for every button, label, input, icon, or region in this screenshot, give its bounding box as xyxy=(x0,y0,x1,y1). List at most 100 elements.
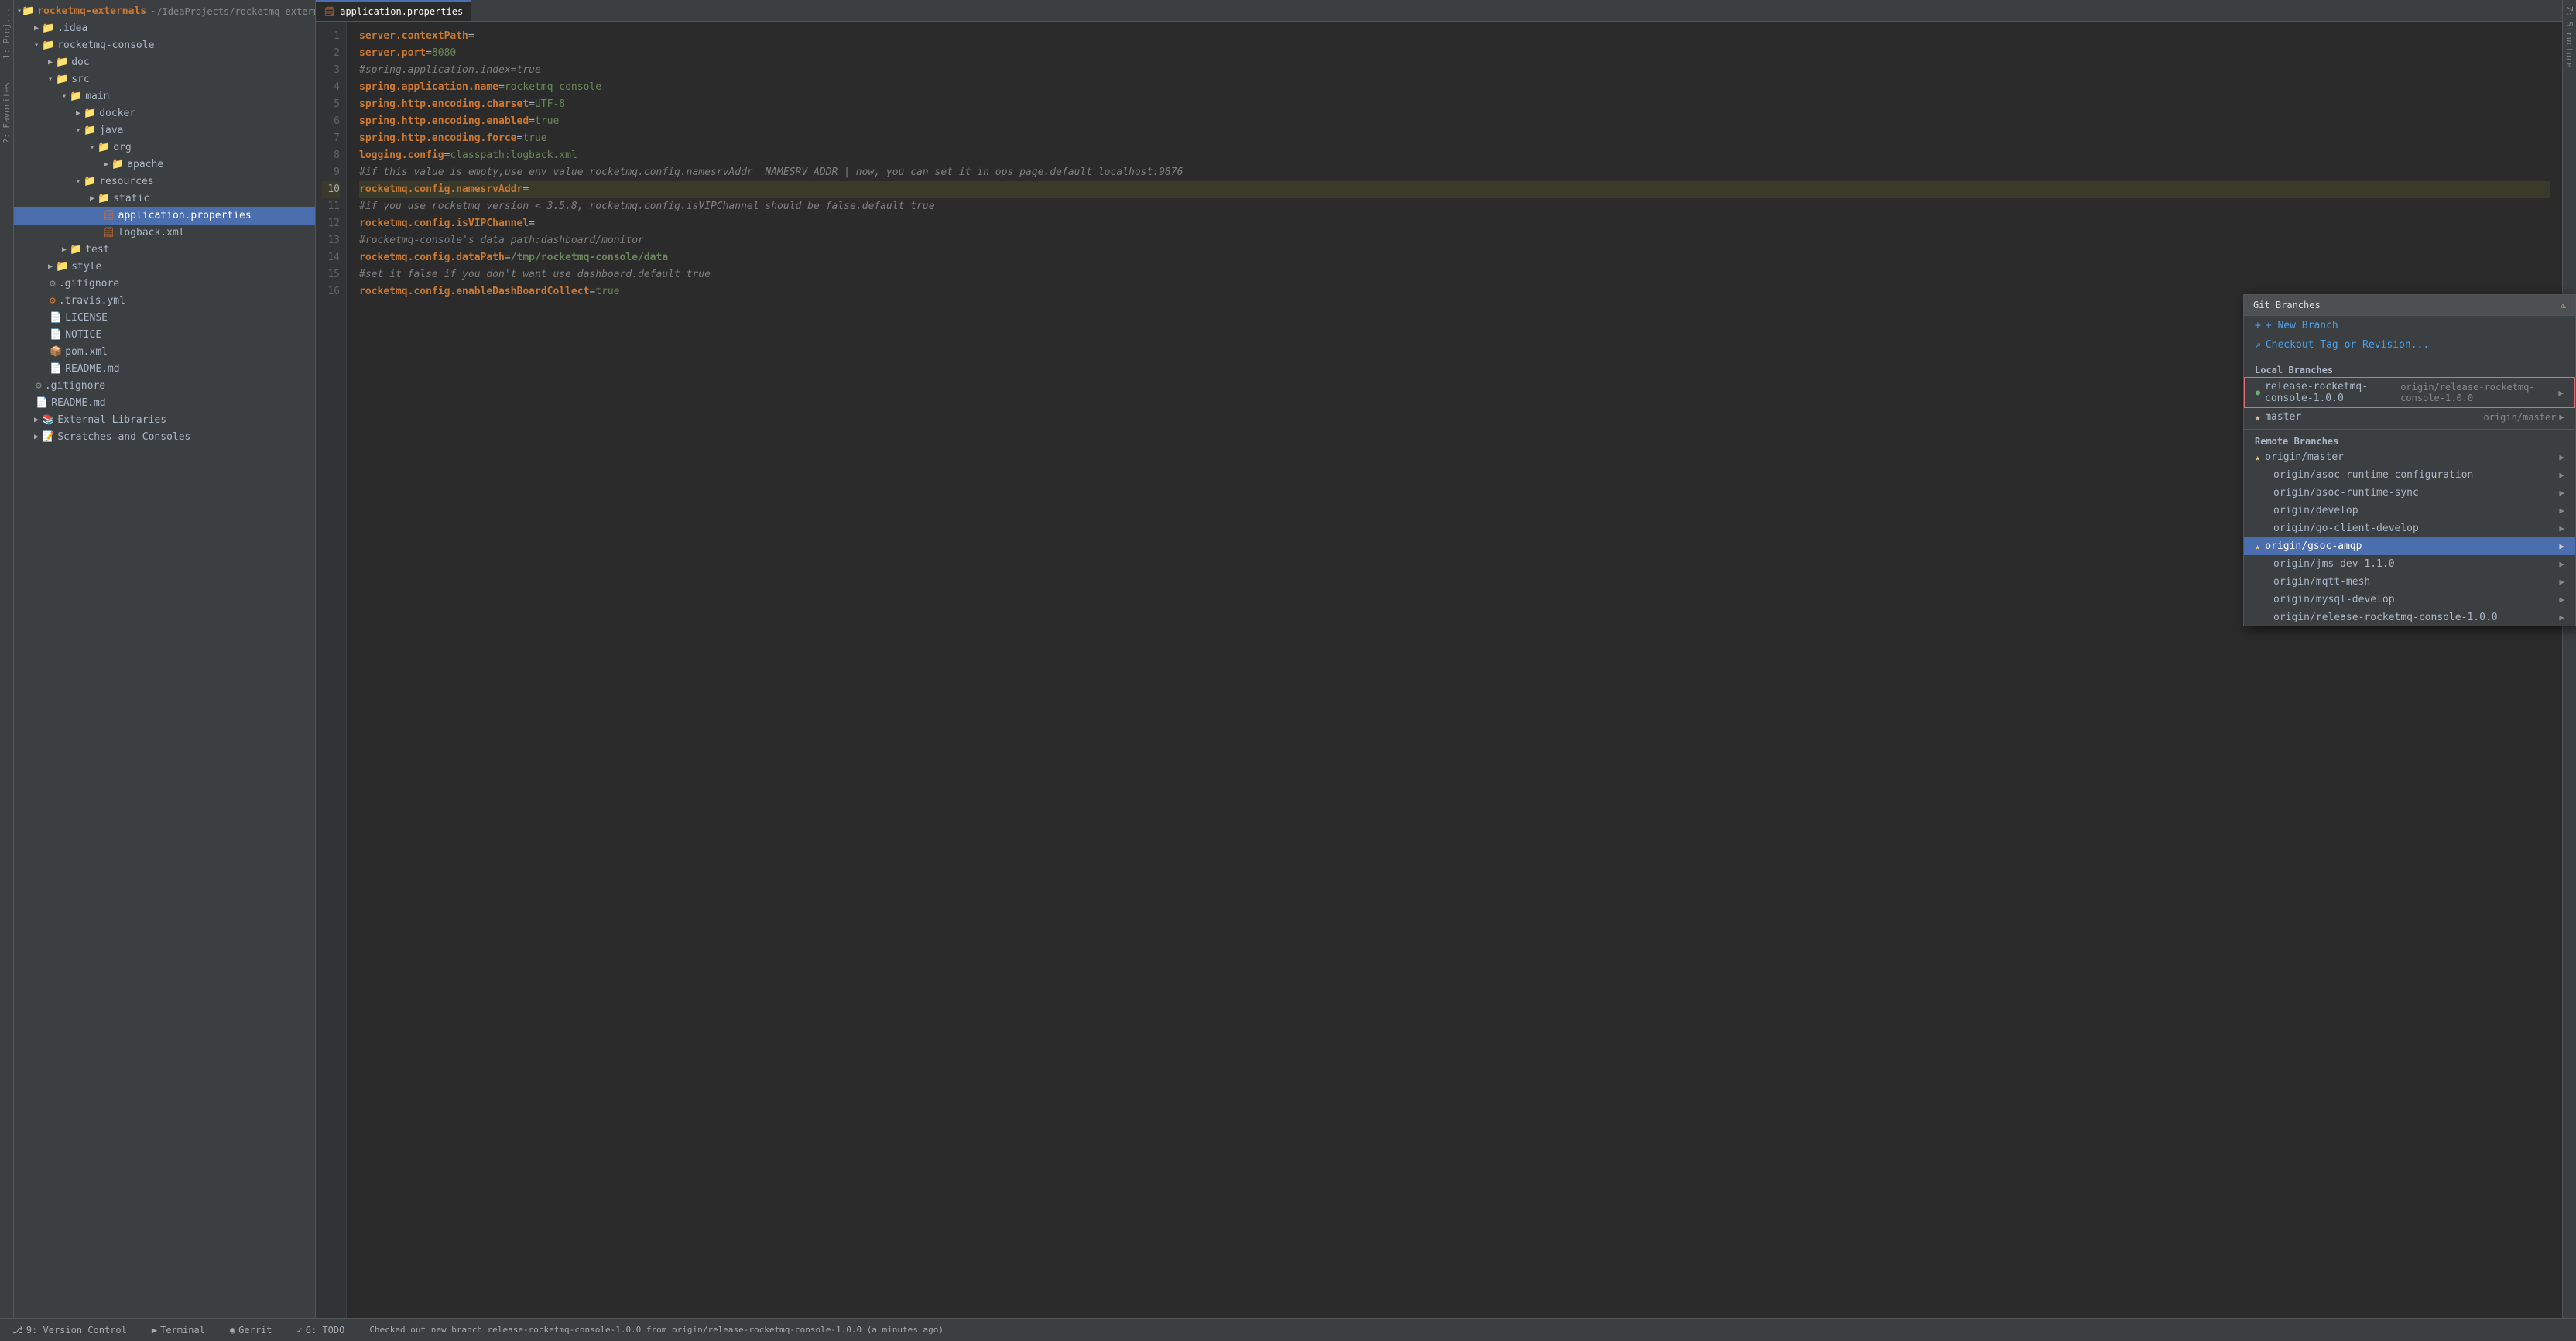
tree-license-label: LICENSE xyxy=(65,310,108,326)
tree-gitignore-inner[interactable]: ⚙ .gitignore xyxy=(14,276,315,293)
branch-origin-develop[interactable]: origin/develop ▶ xyxy=(2244,502,2575,520)
tree-static-label: static xyxy=(113,191,149,207)
version-control-tab[interactable]: ⎇ 9: Version Control xyxy=(6,1319,133,1341)
version-control-icon: ⎇ xyxy=(12,1325,23,1336)
tree-ext-libs[interactable]: ▶ 📚 External Libraries xyxy=(14,412,315,429)
checkout-tag-action[interactable]: ↗ Checkout Tag or Revision... xyxy=(2244,335,2575,355)
code-line-9: #if this value is empty,use env value ro… xyxy=(359,164,2550,181)
git-popup-title: Git Branches xyxy=(2253,300,2321,310)
tree-readme-root[interactable]: 📄 README.md xyxy=(14,395,315,412)
tree-arrow-scratches: ▶ xyxy=(31,430,42,445)
branch-mysql-develop[interactable]: origin/mysql-develop ▶ xyxy=(2244,591,2575,609)
tree-ext-libs-label: External Libraries xyxy=(57,413,166,428)
branch-asoc-runtime-sync[interactable]: origin/asoc-runtime-sync ▶ xyxy=(2244,484,2575,502)
tree-doc-label: doc xyxy=(71,55,89,70)
tree-style-label: style xyxy=(71,259,101,275)
chevron-release: ▶ xyxy=(2558,388,2564,398)
tree-idea[interactable]: ▶ 📁 .idea xyxy=(14,20,315,37)
todo-tab[interactable]: ✓ 6: TODO xyxy=(291,1319,351,1341)
tree-readme-inner[interactable]: 📄 README.md xyxy=(14,361,315,378)
tree-java[interactable]: ▾ 📁 java xyxy=(14,122,315,139)
branch-left-mysql-develop: origin/mysql-develop xyxy=(2255,594,2395,605)
tree-pom[interactable]: 📦 pom.xml xyxy=(14,344,315,361)
branch-release-label: release-rocketmq-console-1.0.0 xyxy=(2265,381,2400,404)
docker-folder-icon: 📁 xyxy=(84,106,96,122)
branch-gsoc-amqp[interactable]: ★ origin/gsoc-amqp ▶ xyxy=(2244,537,2575,555)
tree-travis[interactable]: ⚙ .travis.yml xyxy=(14,293,315,310)
local-branches-section: Local Branches xyxy=(2244,362,2575,377)
branch-jms-dev[interactable]: origin/jms-dev-1.1.0 ▶ xyxy=(2244,555,2575,573)
bottom-bar: ⎇ 9: Version Control ▶ Terminal ◉ Gerrit… xyxy=(0,1318,2576,1341)
branch-left-go-client: origin/go-client-develop xyxy=(2255,523,2419,534)
branch-mqtt-mesh[interactable]: origin/mqtt-mesh ▶ xyxy=(2244,573,2575,591)
project-tab[interactable]: 1: Proj... xyxy=(2,8,12,59)
new-branch-action[interactable]: + + New Branch xyxy=(2244,316,2575,335)
gerrit-label: Gerrit xyxy=(238,1325,272,1336)
branch-release-console-1.0.0-remote[interactable]: origin/release-rocketmq-console-1.0.0 ▶ xyxy=(2244,609,2575,626)
tree-root[interactable]: ▾ 📁 rocketmq-externals ~/IdeaProjects/ro… xyxy=(14,3,315,20)
code-line-6: spring.http.encoding.enabled=true xyxy=(359,113,2550,130)
tree-main[interactable]: ▾ 📁 main xyxy=(14,88,315,105)
tree-test[interactable]: ▶ 📁 test xyxy=(14,242,315,259)
branch-left-gsoc-amqp: ★ origin/gsoc-amqp xyxy=(2255,540,2362,552)
tree-arrow-doc: ▶ xyxy=(45,55,56,70)
ext-libs-icon: 📚 xyxy=(42,413,54,428)
tree-doc[interactable]: ▶ 📁 doc xyxy=(14,54,315,71)
java-folder-icon: 📁 xyxy=(84,123,96,139)
gerrit-tab[interactable]: ◉ Gerrit xyxy=(224,1319,279,1341)
tree-gitignore-root[interactable]: ⚙ .gitignore xyxy=(14,378,315,395)
tree-app-properties-label: application.properties xyxy=(118,208,252,224)
chevron-mqtt-mesh: ▶ xyxy=(2559,577,2564,587)
editor-content: 1 2 3 4 5 6 7 8 9 10 11 12 13 14 15 16 s… xyxy=(316,22,2562,1318)
tree-static[interactable]: ▶ 📁 static xyxy=(14,190,315,207)
chevron-mysql-develop: ▶ xyxy=(2559,595,2564,605)
tree-notice[interactable]: 📄 NOTICE xyxy=(14,327,315,344)
branch-master-origin-label: origin/master xyxy=(2483,412,2556,423)
tree-src[interactable]: ▾ 📁 src xyxy=(14,71,315,88)
tree-apache[interactable]: ▶ 📁 apache xyxy=(14,156,315,173)
notice-icon: 📄 xyxy=(50,328,62,343)
tree-arrow-org: ▾ xyxy=(87,140,98,156)
doc-folder-icon: 📁 xyxy=(56,55,68,70)
branch-master-local-label: master xyxy=(2265,411,2301,423)
branch-master-local[interactable]: ★ master origin/master ▶ xyxy=(2244,408,2575,426)
tree-logback[interactable]: 🗒 logback.xml xyxy=(14,225,315,242)
structure-tab[interactable]: Z: Structure xyxy=(2563,3,2576,70)
tree-rocketmq-console[interactable]: ▾ 📁 rocketmq-console xyxy=(14,37,315,54)
tree-style[interactable]: ▶ 📁 style xyxy=(14,259,315,276)
branch-origin-master[interactable]: ★ origin/master ▶ xyxy=(2244,448,2575,466)
terminal-label: Terminal xyxy=(160,1325,205,1336)
new-branch-icon: + xyxy=(2255,320,2261,331)
editor-area: 🗒 application.properties 1 2 3 4 5 6 7 8… xyxy=(316,0,2562,1318)
branch-release-1.0.0[interactable]: ● release-rocketmq-console-1.0.0 origin/… xyxy=(2244,377,2575,408)
star-icon-origin-master: ★ xyxy=(2255,452,2260,463)
favorites-tab[interactable]: 2: Favorites xyxy=(2,82,12,143)
tree-arrow-apache: ▶ xyxy=(101,157,111,173)
terminal-tab[interactable]: ▶ Terminal xyxy=(146,1319,211,1341)
tree-readme-root-label: README.md xyxy=(51,396,105,411)
chevron-gsoc-amqp: ▶ xyxy=(2559,541,2564,551)
tree-org[interactable]: ▾ 📁 org xyxy=(14,139,315,156)
tree-notice-label: NOTICE xyxy=(65,328,101,343)
remote-branches-section: Remote Branches xyxy=(2244,433,2575,448)
checkout-tag-label: Checkout Tag or Revision... xyxy=(2266,339,2429,351)
branch-go-client-develop[interactable]: origin/go-client-develop ▶ xyxy=(2244,520,2575,537)
tree-resources[interactable]: ▾ 📁 resources xyxy=(14,173,315,190)
tree-java-label: java xyxy=(99,123,123,139)
tree-scratches[interactable]: ▶ 📝 Scratches and Consoles xyxy=(14,429,315,446)
style-folder-icon: 📁 xyxy=(56,259,68,275)
tree-root-path: ~/IdeaProjects/rocketmq-externals xyxy=(151,4,316,19)
branch-asoc-runtime-config[interactable]: origin/asoc-runtime-configuration ▶ xyxy=(2244,466,2575,484)
editor-tab-label: application.properties xyxy=(340,6,463,17)
tree-gitignore-root-label: .gitignore xyxy=(45,379,105,394)
code-line-5: spring.http.encoding.charset=UTF-8 xyxy=(359,96,2550,113)
tree-docker[interactable]: ▶ 📁 docker xyxy=(14,105,315,122)
tree-app-properties[interactable]: 🗒 application.properties xyxy=(14,207,315,225)
branch-left-develop: origin/develop xyxy=(2255,505,2358,516)
left-vertical-tabs: 1: Proj... 2: Favorites xyxy=(0,0,14,1318)
editor-tab-app-properties[interactable]: 🗒 application.properties xyxy=(316,0,471,21)
tree-license[interactable]: 📄 LICENSE xyxy=(14,310,315,327)
test-folder-icon: 📁 xyxy=(70,242,82,258)
branch-left-release: ● release-rocketmq-console-1.0.0 xyxy=(2256,381,2400,404)
new-branch-label: + New Branch xyxy=(2266,320,2338,331)
